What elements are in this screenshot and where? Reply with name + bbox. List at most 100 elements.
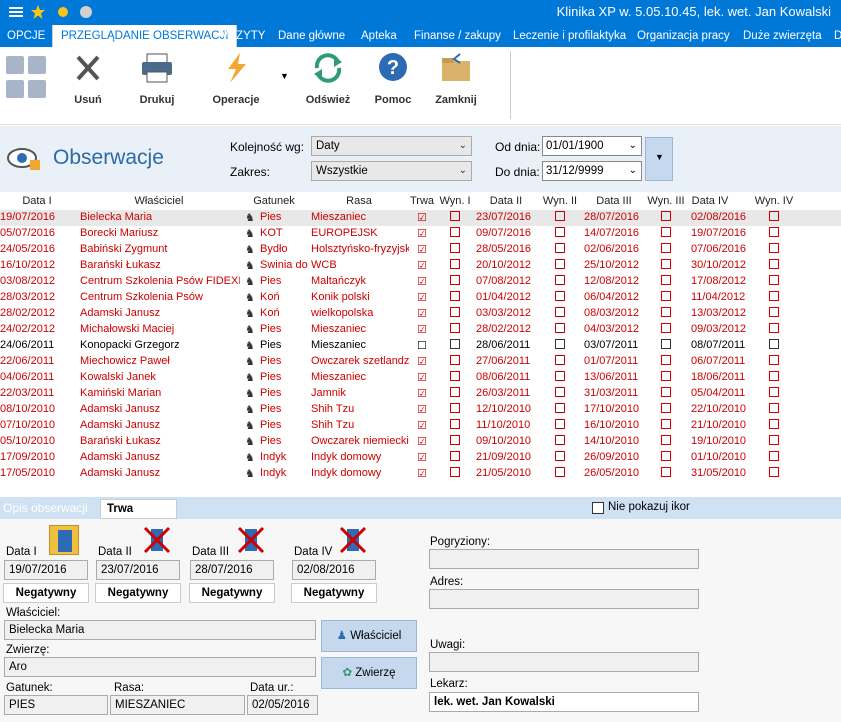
zakres-select[interactable]: Wszystkie ⌄ <box>311 161 472 181</box>
wyn-checkbox[interactable] <box>450 339 460 349</box>
result-field[interactable]: Negatywny <box>189 583 275 603</box>
wyn-checkbox[interactable] <box>769 291 779 301</box>
tab-dane-glowne[interactable]: Dane główne <box>278 25 345 47</box>
wyn-checkbox[interactable] <box>661 403 671 413</box>
pomoc-button[interactable]: ? Pomoc <box>373 51 413 106</box>
col-data-ii[interactable]: Data II <box>476 195 536 207</box>
wyn-checkbox[interactable] <box>769 435 779 445</box>
wyn-checkbox[interactable] <box>555 419 565 429</box>
wyn-checkbox[interactable] <box>555 435 565 445</box>
wyn-checkbox[interactable] <box>555 339 565 349</box>
do-dnia-picker[interactable]: 31/12/9999 ⌄ <box>542 161 642 181</box>
wyn-checkbox[interactable] <box>769 419 779 429</box>
col-wyn-i[interactable]: Wyn. I <box>436 195 474 207</box>
wyn-checkbox[interactable] <box>450 355 460 365</box>
table-row[interactable]: 05/10/2010 Barański Łukasz Pies Owczarek ni… <box>0 434 841 450</box>
door-crossed-icon[interactable] <box>142 525 172 555</box>
wyn-checkbox[interactable] <box>450 387 460 397</box>
wyn-checkbox[interactable] <box>555 355 565 365</box>
col-data-i[interactable]: Data I <box>0 195 74 207</box>
col-rasa[interactable]: Rasa <box>308 195 410 207</box>
wyn-checkbox[interactable] <box>769 323 779 333</box>
wyn-checkbox[interactable] <box>555 387 565 397</box>
wyn-checkbox[interactable] <box>555 275 565 285</box>
wyn-checkbox[interactable] <box>769 275 779 285</box>
wyn-checkbox[interactable] <box>450 227 460 237</box>
door-crossed-icon[interactable] <box>236 525 266 555</box>
col-wyn-ii[interactable]: Wyn. II <box>538 195 582 207</box>
wyn-checkbox[interactable] <box>661 435 671 445</box>
wyn-checkbox[interactable] <box>661 275 671 285</box>
app-menu-icon[interactable] <box>8 4 24 20</box>
wyn-checkbox[interactable] <box>450 291 460 301</box>
wyn-checkbox[interactable] <box>769 259 779 269</box>
col-wlasciciel[interactable]: Właściciel <box>78 195 240 207</box>
wyn-checkbox[interactable] <box>450 451 460 461</box>
adres-field[interactable] <box>429 589 699 609</box>
trwa-checkbox[interactable]: ☑ <box>417 227 427 240</box>
wyn-checkbox[interactable] <box>661 467 671 477</box>
trwa-checkbox[interactable]: ☑ <box>417 291 427 304</box>
wyn-checkbox[interactable] <box>661 371 671 381</box>
zwierze-field[interactable]: Aro <box>4 657 316 677</box>
tab-d[interactable]: D <box>834 25 841 47</box>
trwa-checkbox[interactable]: ☑ <box>417 371 427 384</box>
wyn-checkbox[interactable] <box>769 451 779 461</box>
result-field[interactable]: Negatywny <box>3 583 89 603</box>
date-field[interactable]: 02/08/2016 <box>292 560 376 580</box>
wyn-checkbox[interactable] <box>661 307 671 317</box>
tab-wizyty[interactable]: WIZYTY <box>222 25 265 47</box>
odswiez-button[interactable]: Odśwież <box>305 51 351 106</box>
wyn-checkbox[interactable] <box>555 291 565 301</box>
table-row[interactable]: 28/03/2012 Centrum Szkolenia Psów Koń Konik… <box>0 290 841 306</box>
col-trwa[interactable]: Trwa <box>409 195 435 207</box>
wyn-checkbox[interactable] <box>555 467 565 477</box>
wyn-checkbox[interactable] <box>769 307 779 317</box>
wyn-checkbox[interactable] <box>769 243 779 253</box>
zamknij-button[interactable]: Zamknij <box>434 51 478 106</box>
wyn-checkbox[interactable] <box>661 339 671 349</box>
wyn-checkbox[interactable] <box>555 371 565 381</box>
wyn-checkbox[interactable] <box>450 211 460 221</box>
wyn-checkbox[interactable] <box>555 451 565 461</box>
trwa-checkbox[interactable]: ☑ <box>417 259 427 272</box>
wyn-checkbox[interactable] <box>661 291 671 301</box>
filter-dropdown-button[interactable]: ▼ <box>645 137 673 181</box>
wyn-checkbox[interactable] <box>555 227 565 237</box>
table-row[interactable]: 22/03/2011 Kamiński Marian Pies Jamnik 26/03… <box>0 386 841 402</box>
trwa-checkbox[interactable]: ☑ <box>417 419 427 432</box>
wyn-checkbox[interactable] <box>450 259 460 269</box>
trwa-checkbox[interactable]: ☑ <box>417 307 427 320</box>
table-row[interactable]: 24/02/2012 Michałowski Maciej Pies Mieszani… <box>0 322 841 338</box>
lekarz-field[interactable]: lek. wet. Jan Kowalski <box>429 692 699 712</box>
table-row[interactable]: 16/10/2012 Barański Łukasz Świnia dor WCB 20… <box>0 258 841 274</box>
trwa-checkbox[interactable]: ☑ <box>417 451 427 464</box>
wyn-checkbox[interactable] <box>450 403 460 413</box>
wyn-checkbox[interactable] <box>450 435 460 445</box>
col-gatunek[interactable]: Gatunek <box>242 195 306 207</box>
wyn-checkbox[interactable] <box>661 355 671 365</box>
table-row[interactable]: 08/10/2010 Adamski Janusz Pies Shih Tzu 12/1… <box>0 402 841 418</box>
wyn-checkbox[interactable] <box>555 323 565 333</box>
trwa-checkbox[interactable]: ☑ <box>417 403 427 416</box>
table-row[interactable]: 24/05/2016 Babiński Zygmunt Bydło Holsztyńs… <box>0 242 841 258</box>
wyn-checkbox[interactable] <box>769 403 779 413</box>
table-row[interactable]: 22/06/2011 Miechowicz Paweł Pies Owczarek s… <box>0 354 841 370</box>
table-row[interactable]: 07/10/2010 Adamski Janusz Pies Shih Tzu 11/1… <box>0 418 841 434</box>
wyn-checkbox[interactable] <box>769 387 779 397</box>
prev-record-icon[interactable] <box>6 80 24 98</box>
trwa-checkbox[interactable]: ☑ <box>417 355 427 368</box>
circle-icon[interactable] <box>78 4 94 20</box>
usun-button[interactable]: Usuń <box>66 51 110 106</box>
table-row[interactable]: 24/06/2011 Konopacki Grzegorz Pies Mieszani… <box>0 338 841 354</box>
zwierze-button[interactable]: ✿ Zwierzę <box>321 657 417 689</box>
opis-value[interactable]: Trwa <box>100 499 177 519</box>
next-record-icon[interactable] <box>28 80 46 98</box>
wyn-checkbox[interactable] <box>450 243 460 253</box>
tab-opcje[interactable]: OPCJE <box>7 25 45 47</box>
trwa-checkbox[interactable]: ☑ <box>417 211 427 224</box>
pogryziony-field[interactable] <box>429 549 699 569</box>
col-data-iii[interactable]: Data III <box>584 195 644 207</box>
operacje-dropdown-icon[interactable]: ▼ <box>280 71 289 81</box>
nie-pokazuj-checkbox[interactable] <box>592 502 604 514</box>
